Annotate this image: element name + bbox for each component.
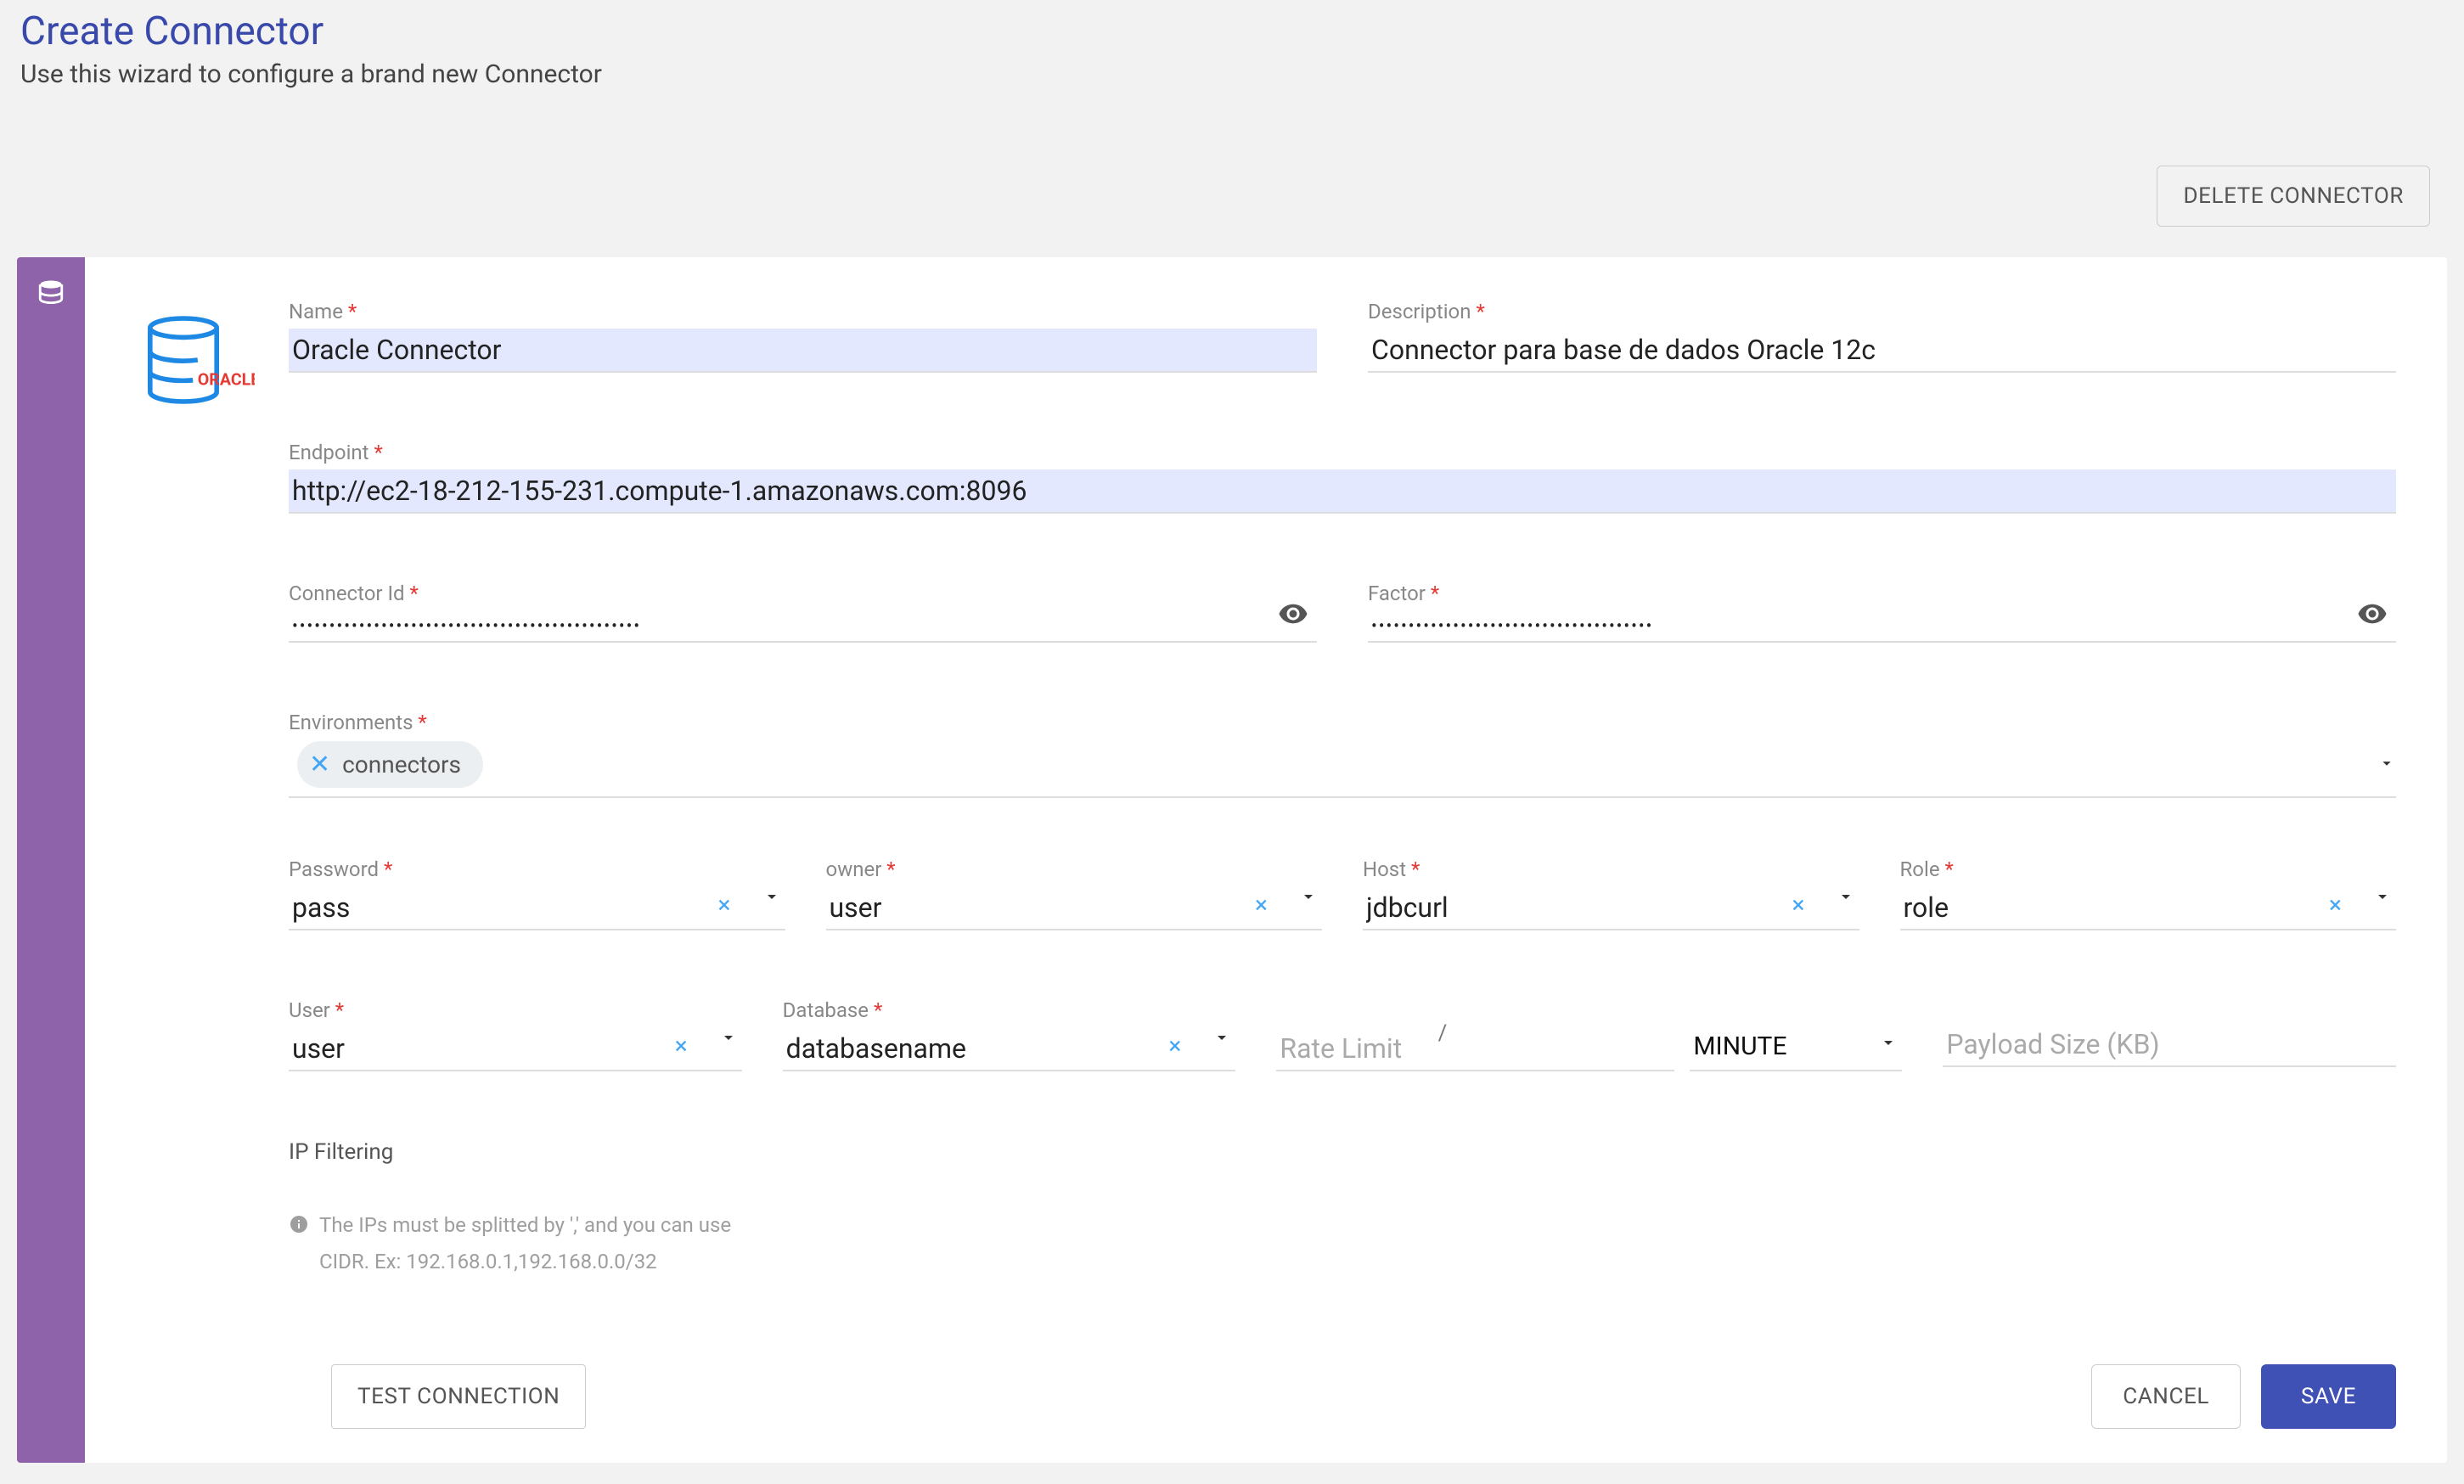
environments-dropdown-icon[interactable] [2377,754,2396,776]
endpoint-input[interactable] [289,469,2396,514]
page-title: Create Connector [17,0,2447,54]
environments-label: Environments * [289,711,427,734]
connector-id-label: Connector Id * [289,582,1317,605]
user-dropdown-icon[interactable] [718,1027,739,1051]
name-label: Name * [289,300,1317,323]
owner-input[interactable] [826,886,1323,930]
ip-filtering-label: IP Filtering [289,1139,764,1165]
owner-clear-icon[interactable]: × [1255,891,1268,919]
endpoint-label: Endpoint * [289,441,2396,464]
reveal-factor-icon[interactable] [2357,599,2388,632]
database-clear-icon[interactable]: × [1168,1031,1181,1060]
card-side-rail [17,257,85,1463]
owner-dropdown-icon[interactable] [1298,886,1319,910]
database-label: Database * [783,998,1236,1022]
factor-input[interactable] [1368,610,2396,643]
rate-separator: / [1438,1020,1448,1046]
info-icon [289,1210,309,1280]
oracle-logo: ORACLE [136,306,289,429]
connector-id-input[interactable] [289,610,1317,643]
delete-connector-button[interactable]: DELETE CONNECTOR [2157,166,2430,227]
owner-label: owner * [826,857,1323,881]
env-chip: ✕ connectors [297,741,483,788]
host-clear-icon[interactable]: × [1792,891,1805,919]
role-label: Role * [1900,857,2397,881]
host-input[interactable] [1363,886,1859,930]
database-input[interactable] [783,1027,1236,1071]
description-label: Description * [1368,300,2396,323]
user-input[interactable] [289,1027,742,1071]
chip-remove-icon[interactable]: ✕ [309,750,330,779]
description-input[interactable] [1368,329,2396,373]
database-dropdown-icon[interactable] [1212,1027,1232,1051]
role-clear-icon[interactable]: × [2329,891,2342,919]
password-input[interactable] [289,886,785,930]
save-button[interactable]: SAVE [2261,1364,2396,1429]
ip-filtering-hint: The IPs must be splitted by ',' and you … [289,1207,764,1280]
user-label: User * [289,998,742,1022]
role-input[interactable] [1900,886,2397,930]
user-clear-icon[interactable]: × [675,1031,688,1060]
name-input[interactable] [289,329,1317,373]
page-subtitle: Use this wizard to configure a brand new… [17,54,2447,89]
rate-unit-select[interactable]: MINUTE [1690,1025,1902,1071]
role-dropdown-icon[interactable] [2372,886,2393,910]
password-label: Password * [289,857,785,881]
password-clear-icon[interactable]: × [718,891,731,919]
rate-unit-dropdown-icon[interactable] [1878,1032,1899,1056]
host-dropdown-icon[interactable] [1836,886,1856,910]
reveal-connector-id-icon[interactable] [1278,599,1308,632]
chip-label: connectors [342,750,461,779]
password-dropdown-icon[interactable] [762,886,782,910]
host-label: Host * [1363,857,1859,881]
connector-form-card: ORACLE Name * Description * Endpoint * [17,257,2447,1463]
svg-text:ORACLE: ORACLE [198,369,255,389]
test-connection-button[interactable]: TEST CONNECTION [331,1364,586,1429]
factor-label: Factor * [1368,582,2396,605]
rate-limit-input[interactable] [1276,1027,1674,1071]
database-icon [37,295,65,311]
cancel-button[interactable]: CANCEL [2091,1364,2241,1429]
payload-size-input[interactable] [1943,1023,2396,1067]
